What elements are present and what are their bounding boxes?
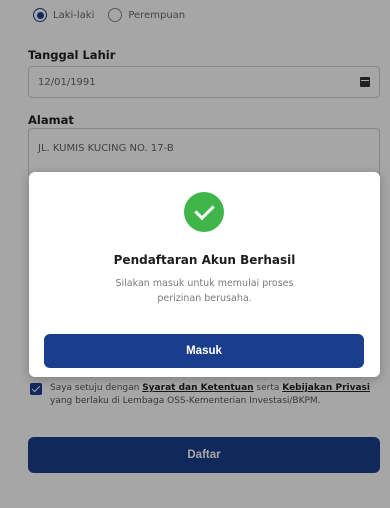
login-button[interactable]: Masuk bbox=[44, 334, 364, 368]
modal-description: Silakan masuk untuk memulai proses periz… bbox=[115, 278, 294, 304]
success-modal: Pendaftaran Akun Berhasil Silakan masuk … bbox=[29, 172, 380, 377]
modal-title: Pendaftaran Akun Berhasil bbox=[113, 253, 296, 267]
check-circle-icon bbox=[184, 192, 224, 232]
